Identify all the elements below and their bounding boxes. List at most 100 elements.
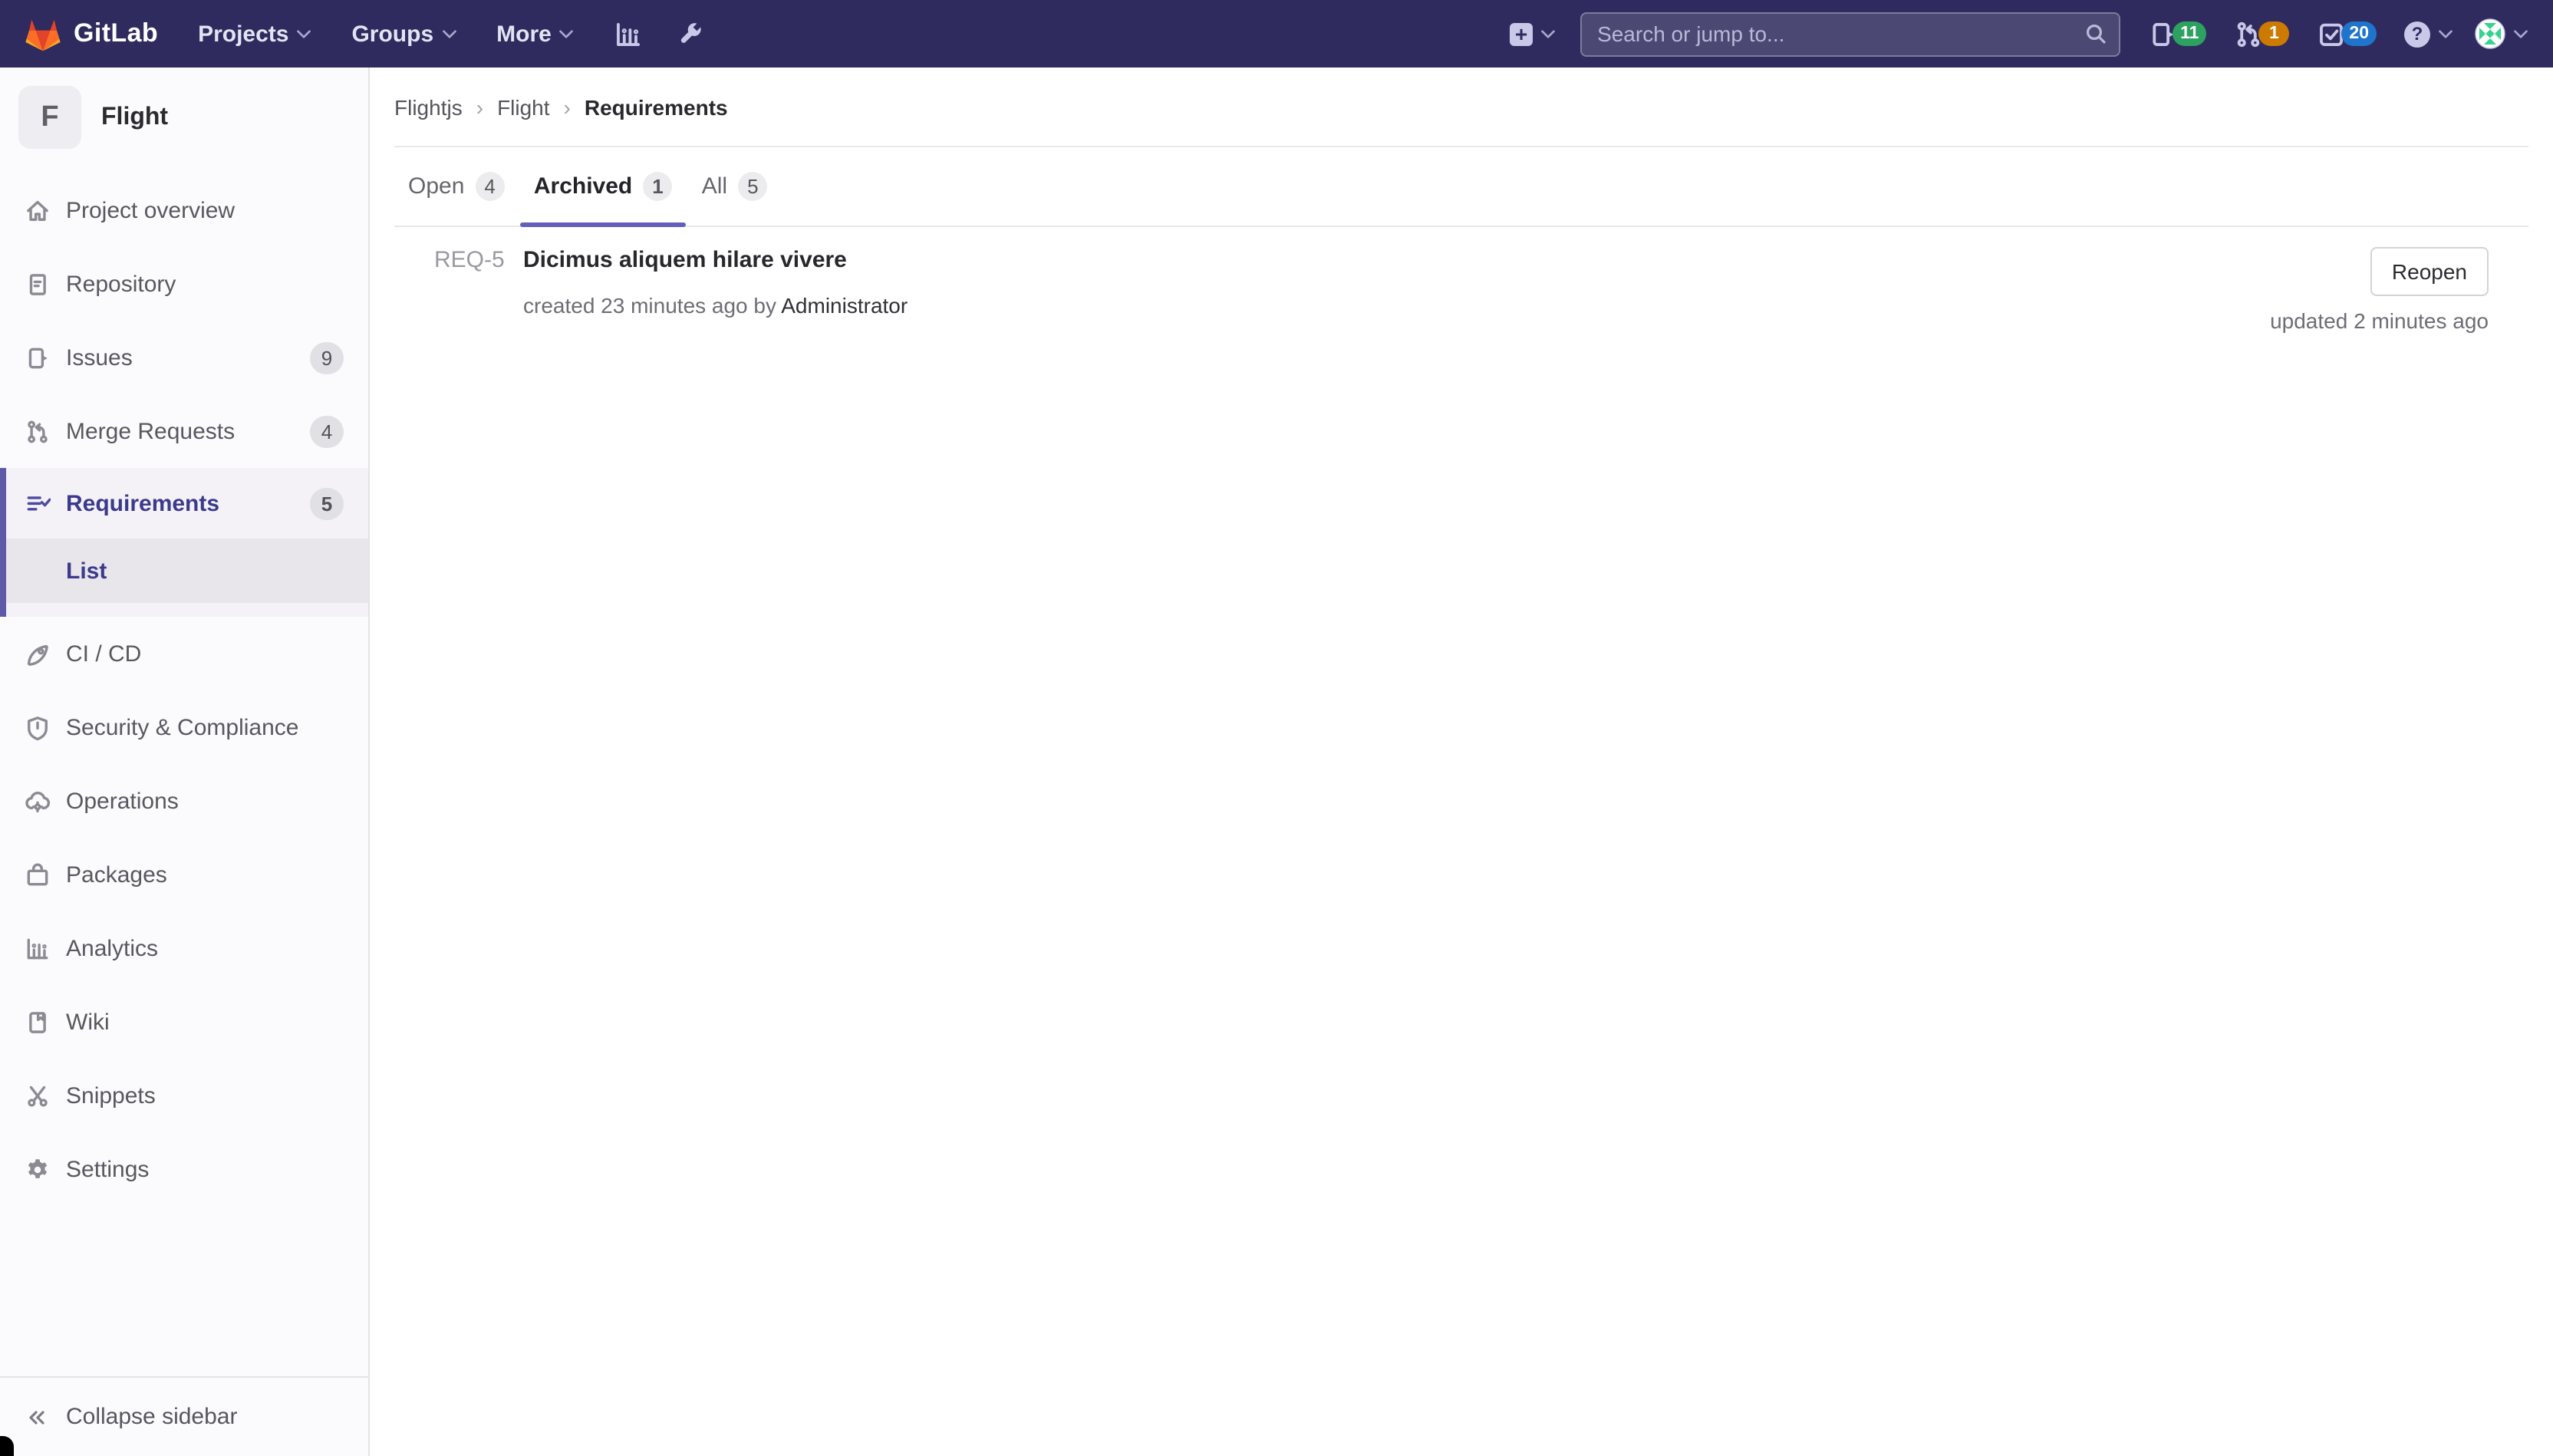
wrench-icon: [681, 23, 702, 43]
nav-more-label: More: [496, 21, 552, 47]
breadcrumb-flight[interactable]: Flight: [497, 94, 549, 119]
sidebar-item-label: CI / CD: [66, 641, 142, 667]
issues-counter-button[interactable]: 11: [2148, 19, 2207, 48]
top-navbar: GitLab Projects Groups More + Search or …: [0, 0, 2553, 68]
chevron-down-icon: [297, 29, 311, 38]
help-menu-button[interactable]: ?: [2404, 21, 2453, 47]
sidebar-item-label: Packages: [66, 861, 167, 888]
tab-archived[interactable]: Archived 1: [519, 147, 687, 227]
sidebar-item-security-compliance[interactable]: Security & Compliance: [0, 690, 368, 764]
created-text: created 23 minutes ago by: [523, 293, 776, 318]
gitlab-wordmark: GitLab: [74, 18, 159, 48]
tab-all[interactable]: All 5: [688, 147, 782, 226]
gitlab-logo-link[interactable]: GitLab: [25, 16, 158, 51]
project-header-link[interactable]: F Flight: [0, 68, 368, 164]
chevron-down-icon: [1541, 29, 1555, 38]
sidebar-item-label: Security & Compliance: [66, 714, 299, 740]
sidebar-item-wiki[interactable]: Wiki: [0, 985, 368, 1059]
collapse-sidebar-button[interactable]: Collapse sidebar: [0, 1376, 368, 1456]
sidebar-item-ci-cd[interactable]: CI / CD: [0, 617, 368, 690]
todos-counter-button[interactable]: 20: [2317, 19, 2377, 48]
chevron-down-icon: [560, 29, 574, 38]
sidebar-item-settings[interactable]: Settings: [0, 1132, 368, 1206]
tanuki-logo-icon: [25, 18, 61, 51]
shield-icon: [28, 716, 48, 740]
sidebar-item-issues[interactable]: Issues 9: [0, 321, 368, 394]
gitlab-app: GitLab Projects Groups More + Search or …: [0, 0, 2553, 1456]
tab-all-count: 5: [738, 172, 768, 201]
sidebar-menu: Project overview Repository Issues 9 Mer…: [0, 173, 368, 1206]
chevron-down-icon: [442, 29, 456, 38]
sidebar-item-label: Wiki: [66, 1009, 110, 1035]
requirement-row: REQ-5 Dicimus aliquem hilare vivere crea…: [394, 227, 2528, 333]
global-search: [1580, 12, 2121, 56]
cloud-gear-icon: [25, 791, 51, 812]
sidebar-item-label: Operations: [66, 788, 179, 814]
rocket-icon: [27, 644, 48, 665]
requirement-title: Dicimus aliquem hilare vivere: [523, 247, 847, 273]
tab-open-count: 4: [475, 172, 505, 201]
sidebar-item-packages[interactable]: Packages: [0, 838, 368, 911]
sidebar-item-requirements-list[interactable]: List: [6, 539, 368, 603]
breadcrumb-flightjs[interactable]: Flightjs: [394, 94, 463, 119]
nav-groups[interactable]: Groups: [351, 21, 456, 47]
nav-more[interactable]: More: [496, 21, 575, 47]
main-content: Flightjs › Flight › Requirements Open 4 …: [370, 68, 2553, 1456]
issues-icon: [28, 347, 48, 368]
sidebar-item-repository[interactable]: Repository: [0, 247, 368, 321]
requirement-updated-meta: updated 2 minutes ago: [2270, 308, 2489, 333]
sidebar-item-label: Settings: [66, 1156, 150, 1182]
new-menu-button[interactable]: +: [1510, 22, 1556, 45]
project-avatar: F: [18, 86, 81, 149]
sidebar-item-project-overview[interactable]: Project overview: [0, 173, 368, 247]
sidebar-item-merge-requests[interactable]: Merge Requests 4: [0, 394, 368, 468]
requirement-author: Administrator: [781, 293, 908, 318]
requirements-badge: 5: [310, 487, 344, 519]
todo-count-badge: 20: [2341, 21, 2377, 46]
breadcrumb: Flightjs › Flight › Requirements: [394, 68, 2528, 147]
sidebar-item-requirements[interactable]: Requirements 5: [6, 468, 368, 539]
navbar-left: GitLab Projects Groups More: [25, 16, 739, 51]
sidebar-item-label: Analytics: [66, 935, 159, 961]
chevron-down-icon: [2439, 29, 2453, 38]
sidebar-item-label: Requirements: [66, 490, 220, 516]
sidebar-item-snippets[interactable]: Snippets: [0, 1059, 368, 1132]
requirement-created-meta: created 23 minutes ago by Administrator: [523, 293, 908, 318]
search-icon: [2087, 24, 2106, 43]
sidebar-item-analytics[interactable]: Analytics: [0, 911, 368, 985]
sidebar-item-label: Snippets: [66, 1082, 156, 1108]
mr-count-badge: 1: [2258, 21, 2290, 46]
breadcrumb-current: Requirements: [584, 94, 728, 119]
search-input[interactable]: [1580, 12, 2121, 56]
analytics-chart-icon: [27, 937, 48, 959]
tab-label: Archived: [533, 173, 633, 199]
sidebar-item-operations[interactable]: Operations: [0, 764, 368, 838]
sidebar-item-label: Merge Requests: [66, 418, 236, 444]
merge-requests-counter-button[interactable]: 1: [2234, 19, 2290, 48]
scissors-icon: [28, 1085, 48, 1106]
help-icon: ?: [2404, 21, 2430, 47]
requirement-main: REQ-5 Dicimus aliquem hilare vivere crea…: [434, 247, 908, 333]
project-name: Flight: [101, 104, 169, 130]
project-sidebar: F Flight Project overview Repository Iss…: [0, 68, 370, 1456]
breadcrumb-separator: ›: [476, 94, 484, 119]
issues-count-badge: 11: [2173, 21, 2207, 46]
admin-area-button[interactable]: [677, 20, 705, 48]
nav-projects[interactable]: Projects: [198, 21, 311, 47]
avatar: [2475, 18, 2505, 49]
charts-nav-button[interactable]: [614, 19, 644, 48]
navbar-right: + 11 1: [1510, 12, 2528, 56]
reopen-button[interactable]: Reopen: [2370, 247, 2489, 296]
bar-chart-icon: [617, 22, 641, 45]
requirements-state-tabs: Open 4 Archived 1 All 5: [394, 147, 2528, 227]
plus-icon: +: [1510, 22, 1533, 45]
sidebar-item-label: Issues: [66, 344, 133, 371]
collapse-sidebar-label: Collapse sidebar: [66, 1404, 238, 1430]
tab-label: Open: [408, 173, 465, 199]
nav-projects-label: Projects: [198, 21, 289, 47]
tab-label: All: [701, 173, 728, 199]
user-menu-button[interactable]: [2475, 18, 2528, 49]
tab-open[interactable]: Open 4: [394, 147, 519, 226]
chevron-down-icon: [2514, 29, 2528, 38]
sidebar-item-label: Project overview: [66, 197, 236, 223]
